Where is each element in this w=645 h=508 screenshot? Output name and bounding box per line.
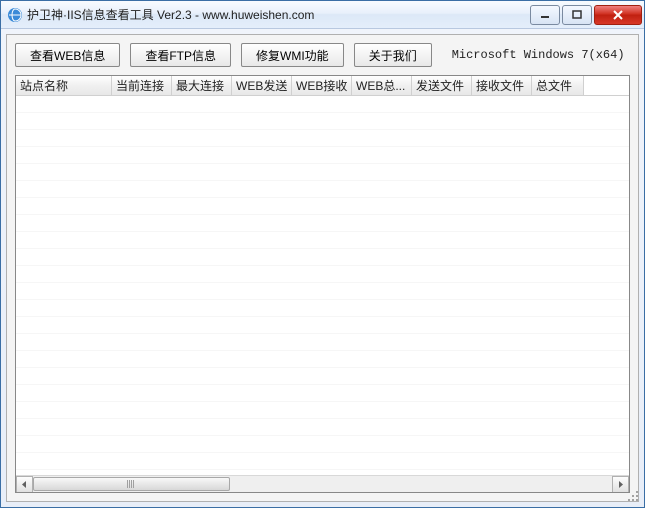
col-web-send[interactable]: WEB发送 [232, 76, 292, 95]
table-header: 站点名称 当前连接 最大连接 WEB发送 WEB接收 WEB总... 发送文件 … [16, 76, 629, 96]
window-title: 护卫神·IIS信息查看工具 Ver2.3 - www.huweishen.com [27, 6, 528, 23]
titlebar: 护卫神·IIS信息查看工具 Ver2.3 - www.huweishen.com [1, 1, 644, 29]
scroll-track[interactable] [33, 476, 612, 493]
scroll-left-button[interactable] [16, 476, 33, 493]
table-body [16, 96, 629, 475]
minimize-button[interactable] [530, 5, 560, 25]
view-web-button[interactable]: 查看WEB信息 [15, 43, 120, 67]
repair-wmi-button[interactable]: 修复WMI功能 [241, 43, 344, 67]
client-area: 查看WEB信息 查看FTP信息 修复WMI功能 关于我们 Microsoft W… [6, 34, 639, 502]
about-button[interactable]: 关于我们 [354, 43, 432, 67]
maximize-button[interactable] [562, 5, 592, 25]
col-web-total[interactable]: WEB总... [352, 76, 412, 95]
col-web-recv[interactable]: WEB接收 [292, 76, 352, 95]
horizontal-scrollbar[interactable] [16, 475, 629, 492]
col-max-conn[interactable]: 最大连接 [172, 76, 232, 95]
col-site-name[interactable]: 站点名称 [16, 76, 112, 95]
data-table: 站点名称 当前连接 最大连接 WEB发送 WEB接收 WEB总... 发送文件 … [15, 75, 630, 493]
col-recv-files[interactable]: 接收文件 [472, 76, 532, 95]
app-icon [7, 7, 23, 23]
col-total-files[interactable]: 总文件 [532, 76, 584, 95]
window-controls [528, 5, 642, 25]
scroll-thumb[interactable] [33, 477, 230, 491]
app-window: 护卫神·IIS信息查看工具 Ver2.3 - www.huweishen.com… [0, 0, 645, 508]
col-current-conn[interactable]: 当前连接 [112, 76, 172, 95]
resize-grip-icon[interactable] [625, 488, 639, 502]
toolbar: 查看WEB信息 查看FTP信息 修复WMI功能 关于我们 Microsoft W… [15, 43, 630, 67]
os-info-label: Microsoft Windows 7(x64) [452, 48, 625, 62]
col-send-files[interactable]: 发送文件 [412, 76, 472, 95]
close-button[interactable] [594, 5, 642, 25]
view-ftp-button[interactable]: 查看FTP信息 [130, 43, 231, 67]
